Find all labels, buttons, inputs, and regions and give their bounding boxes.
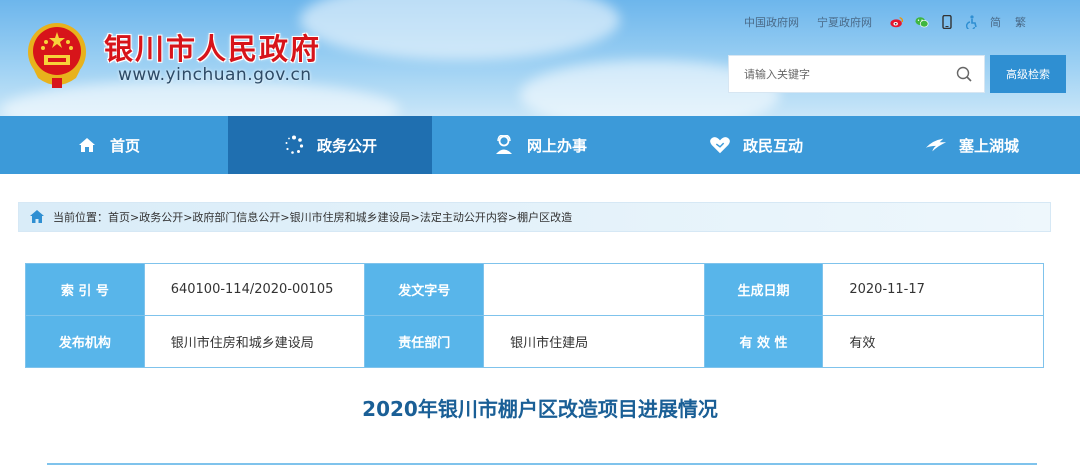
nav-item-gov-affairs[interactable]: 政务公开 xyxy=(228,116,432,174)
table-row: 发布机构 银川市住房和城乡建设局 责任部门 银川市住建局 有 效 性 有效 xyxy=(25,315,1044,368)
org-value: 银川市住房和城乡建设局 xyxy=(143,315,366,368)
link-china-gov[interactable]: 中国政府网 xyxy=(744,14,799,30)
bird-icon xyxy=(925,134,947,156)
search-icon[interactable] xyxy=(956,66,972,82)
site-title: 银川市人民政府 xyxy=(104,32,322,66)
main-nav: 首页 政务公开 网上办事 政民互动 塞上湖城 xyxy=(0,116,1080,174)
divider xyxy=(47,463,1037,465)
index-label: 索 引 号 xyxy=(25,263,145,316)
doc-no-label: 发文字号 xyxy=(364,263,485,316)
national-emblem-icon xyxy=(28,23,86,88)
lang-traditional[interactable]: 繁 xyxy=(1015,14,1026,30)
nav-item-lake-city[interactable]: 塞上湖城 xyxy=(864,116,1080,174)
date-label: 生成日期 xyxy=(703,263,824,316)
org-label: 发布机构 xyxy=(25,315,145,368)
nav-item-label: 塞上湖城 xyxy=(958,136,1019,155)
document-info-table: 索 引 号 640100-114/2020-00105 发文字号 生成日期 20… xyxy=(25,263,1044,368)
advanced-search-button[interactable]: 高级检索 xyxy=(990,55,1066,93)
home-icon xyxy=(30,210,44,223)
wechat-icon[interactable] xyxy=(915,15,929,29)
nav-item-label: 政务公开 xyxy=(316,136,377,155)
site-url: www.yinchuan.gov.cn xyxy=(118,65,312,85)
validity-value: 有效 xyxy=(822,315,1044,368)
search-input[interactable] xyxy=(744,67,944,81)
document-title: 2020年银川市棚户区改造项目进展情况 xyxy=(362,397,718,421)
service-person-icon xyxy=(493,134,515,156)
dept-value: 银川市住建局 xyxy=(483,315,705,368)
nav-item-label: 首页 xyxy=(109,136,140,155)
nav-item-label: 政民互动 xyxy=(742,136,803,155)
date-value: 2020-11-17 xyxy=(822,263,1044,316)
weibo-icon[interactable] xyxy=(890,15,904,29)
home-icon xyxy=(76,134,98,156)
site-header: 银川市人民政府 www.yinchuan.gov.cn 中国政府网 宁夏政府网 … xyxy=(0,0,1080,116)
index-value: 640100-114/2020-00105 xyxy=(143,263,366,316)
search-box xyxy=(728,55,985,93)
top-links-bar: 中国政府网 宁夏政府网 简 繁 xyxy=(744,14,1040,30)
accessibility-icon[interactable] xyxy=(965,15,979,29)
dept-label: 责任部门 xyxy=(364,315,485,368)
nav-item-home[interactable]: 首页 xyxy=(0,116,216,174)
breadcrumb: 当前位置： 首页>政务公开>政府部门信息公开>银川市住房和城乡建设局>法定主动公… xyxy=(18,202,1051,232)
cloud-decoration xyxy=(300,0,620,60)
validity-label: 有 效 性 xyxy=(703,315,824,368)
doc-no-value xyxy=(483,263,705,316)
table-row: 索 引 号 640100-114/2020-00105 发文字号 生成日期 20… xyxy=(25,263,1044,316)
nav-item-online-service[interactable]: 网上办事 xyxy=(432,116,648,174)
nav-item-interaction[interactable]: 政民互动 xyxy=(648,116,864,174)
nav-item-label: 网上办事 xyxy=(526,136,587,155)
lang-simplified[interactable]: 简 xyxy=(990,14,1001,30)
heart-hands-icon xyxy=(709,134,731,156)
mobile-icon[interactable] xyxy=(940,15,954,29)
link-ningxia-gov[interactable]: 宁夏政府网 xyxy=(817,14,872,30)
breadcrumb-path[interactable]: 首页>政务公开>政府部门信息公开>银川市住房和城乡建设局>法定主动公开内容>棚户… xyxy=(108,209,572,225)
dots-circle-icon xyxy=(283,134,305,156)
breadcrumb-prefix: 当前位置： xyxy=(53,211,108,224)
